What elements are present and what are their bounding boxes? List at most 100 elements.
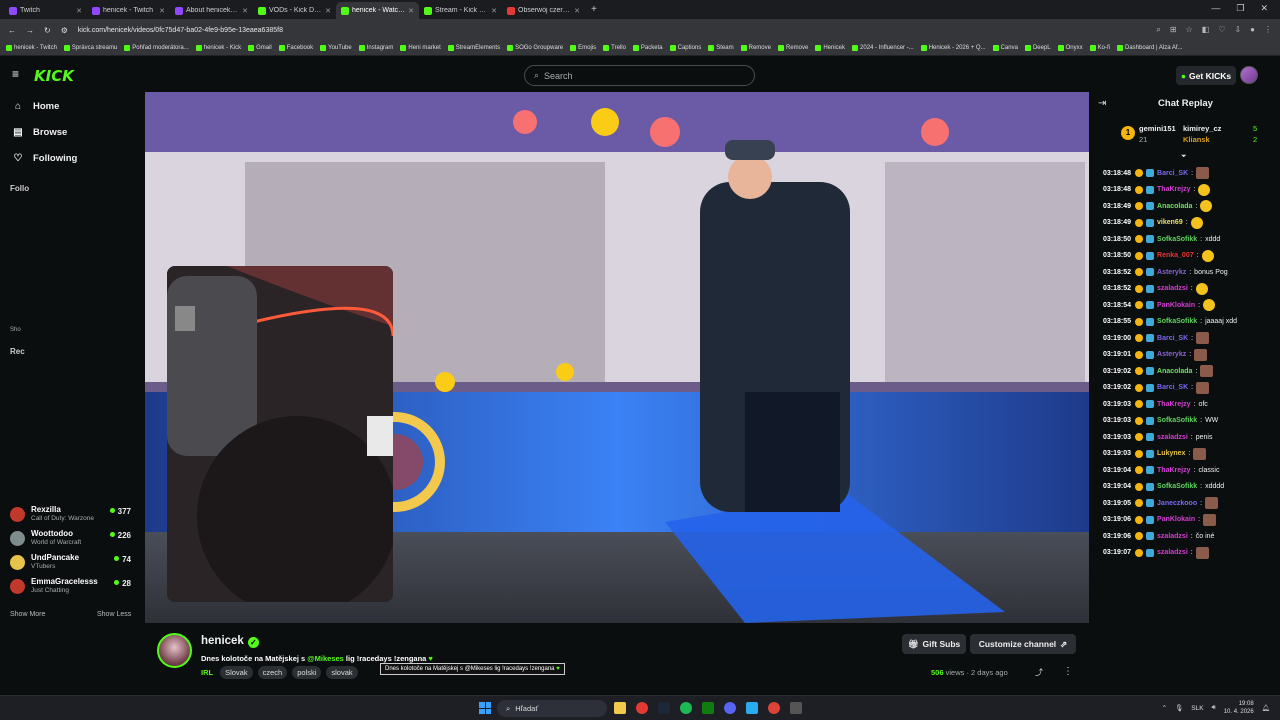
back-icon[interactable]: ← [8,26,16,35]
close-tab-icon[interactable]: ✕ [76,7,82,15]
clock[interactable]: 19:08 10. 4. 2026 [1224,700,1254,716]
nav-home[interactable]: ⌂ Home [0,93,145,119]
nav-following[interactable]: ♡ Following [0,145,145,171]
bookmark-item[interactable]: 2024 - Influencer -... [852,45,914,51]
lang-indicator[interactable]: SLK [1191,705,1203,712]
share-icon[interactable]: ⤴ [1035,667,1043,678]
chat-username[interactable]: ThaKrejzy [1157,186,1190,193]
chat-username[interactable]: PanKlokain [1157,302,1195,309]
volume-icon[interactable]: 🔊︎ [1212,704,1216,712]
bookmark-item[interactable]: StreamElements [447,45,500,51]
search-page-icon[interactable]: ⌕ [1156,25,1160,35]
notification-icon[interactable]: 🔔︎ [1262,704,1270,712]
bookmark-item[interactable]: Emojis [570,45,596,51]
browser-tab[interactable]: henicek - Watch the V✕ [336,2,419,19]
tag-chip[interactable]: Slovak [220,666,253,679]
app-red-icon[interactable] [636,702,648,714]
chat-username[interactable]: Janeczkooo [1157,500,1197,507]
gift-subs-button[interactable]: 🎁︎ Gift Subs [902,634,966,654]
sidebar-channel[interactable]: Rexzilla Call of Duty: Warzone 377 [10,504,135,526]
chat-username[interactable]: viken69 [1157,219,1183,226]
show-more-following[interactable]: Sho [10,327,21,333]
sidebar-channel[interactable]: EmmaGracelesss Just Chatting 28 [10,576,135,598]
chat-username[interactable]: Barci_SK [1157,384,1188,391]
chat-username[interactable]: szaladzsi [1157,434,1188,441]
channel-name[interactable]: henicek ✓ [201,635,259,648]
bookmark-item[interactable]: Pohľad moderátora... [124,45,189,51]
chat-username[interactable]: Barci_SK [1157,170,1188,177]
browser-tab[interactable]: Stream - Kick Dashboard✕ [419,2,502,19]
more-options-icon[interactable]: ⋮ [1063,666,1073,677]
chat-username[interactable]: Barci_SK [1157,335,1188,342]
bookmark-item[interactable]: Správca streamu [63,45,117,51]
close-tab-icon[interactable]: ✕ [574,7,580,15]
reload-icon[interactable]: ↻ [44,26,51,35]
bookmark-item[interactable]: Steam [708,45,734,51]
bookmark-item[interactable]: henicek - Kick [195,45,241,51]
profile-icon[interactable]: ● [1250,25,1255,35]
bookmark-item[interactable]: Trello [603,45,626,51]
browser-tab[interactable]: VODs - Kick Dashboard✕ [253,2,336,19]
video-player[interactable] [145,92,1089,623]
sidebar-channel[interactable]: Woottodoo World of Warcraft 226 [10,528,135,550]
expand-leaderboard-icon[interactable]: ⏷ [1181,153,1187,161]
chat-username[interactable]: szaladzsi [1157,285,1188,292]
heart-ext-icon[interactable]: ♡ [1218,25,1225,35]
bookmark-item[interactable]: Instagram [358,45,393,51]
url-field[interactable]: kick.com/henicek/videos/0fc75d47-ba02-4f… [78,27,283,34]
bookmark-item[interactable]: DeepL [1024,45,1051,51]
extension-icon[interactable]: ◧ [1202,25,1210,35]
bookmark-item[interactable]: YouTube [320,45,352,51]
new-tab-icon[interactable]: + [585,4,603,15]
close-tab-icon[interactable]: ✕ [491,7,497,15]
file-explorer-icon[interactable] [614,702,626,714]
discord-icon[interactable] [724,702,736,714]
tag-chip[interactable]: czech [257,666,288,679]
telegram-icon[interactable] [746,702,758,714]
search-input[interactable]: ⌕ Search [524,65,755,86]
bookmark-item[interactable]: SOGo Groupware [507,45,563,51]
bookmark-item[interactable]: Canva [992,45,1018,51]
chat-username[interactable]: ThaKrejzy [1157,401,1190,408]
close-window-icon[interactable]: ✕ [1260,3,1268,14]
windows-start-icon[interactable] [479,702,491,714]
browser-tab[interactable]: About henicek - Watch Li✕ [170,2,253,19]
menu-burger-icon[interactable]: ≡ [12,68,24,80]
bookmark-item[interactable]: Facebook [278,45,313,51]
bookmark-item[interactable]: Captions [669,45,701,51]
show-more-button[interactable]: Show More [10,611,45,618]
close-tab-icon[interactable]: ✕ [408,7,414,15]
nav-browse[interactable]: ▤ Browse [0,119,145,145]
spotify-icon[interactable] [680,702,692,714]
chrome-icon[interactable] [768,702,780,714]
download-icon[interactable]: ⇩ [1234,25,1241,35]
bookmark-item[interactable]: Henicek - 2026 + Q... [920,45,986,51]
bookmark-item[interactable]: Henicek [815,45,845,51]
close-tab-icon[interactable]: ✕ [159,7,165,15]
kick-logo[interactable]: KICK [34,67,74,85]
app-gray-icon[interactable] [790,702,802,714]
tag-chip[interactable]: polski [292,666,322,679]
bookmark-item[interactable]: Remove [777,45,808,51]
chat-username[interactable]: SofkaSofikk [1157,417,1197,424]
bookmark-item[interactable]: Dashboard | Alza Af... [1116,45,1183,51]
bookmark-item[interactable]: Remove [740,45,771,51]
browser-tab[interactable]: Twitch ✕ [4,2,87,19]
xbox-icon[interactable] [702,702,714,714]
chat-username[interactable]: ThaKrejzy [1157,467,1190,474]
chat-username[interactable]: PanKlokain [1157,516,1195,523]
customize-channel-button[interactable]: Customize channel ⇗ [970,634,1076,654]
sidebar-channel[interactable]: UndPancake VTubers 74 [10,552,135,574]
category-link[interactable]: IRL [201,668,213,677]
title-mention[interactable]: @Mikeses [307,654,344,663]
forward-icon[interactable]: → [26,26,34,35]
browser-tab[interactable]: Obserwój czerwoną kropi✕ [502,2,585,19]
chat-username[interactable]: szaladzsi [1157,533,1188,540]
bookmark-item[interactable]: Heni market [400,45,441,51]
show-less-button[interactable]: Show Less [97,611,131,618]
bookmark-item[interactable]: Onyxx [1057,45,1083,51]
user-avatar[interactable] [1240,66,1258,84]
bookmark-item[interactable]: Gmail [248,45,272,51]
chat-username[interactable]: Anacolada [1157,368,1192,375]
minimize-icon[interactable]: — [1211,3,1220,14]
